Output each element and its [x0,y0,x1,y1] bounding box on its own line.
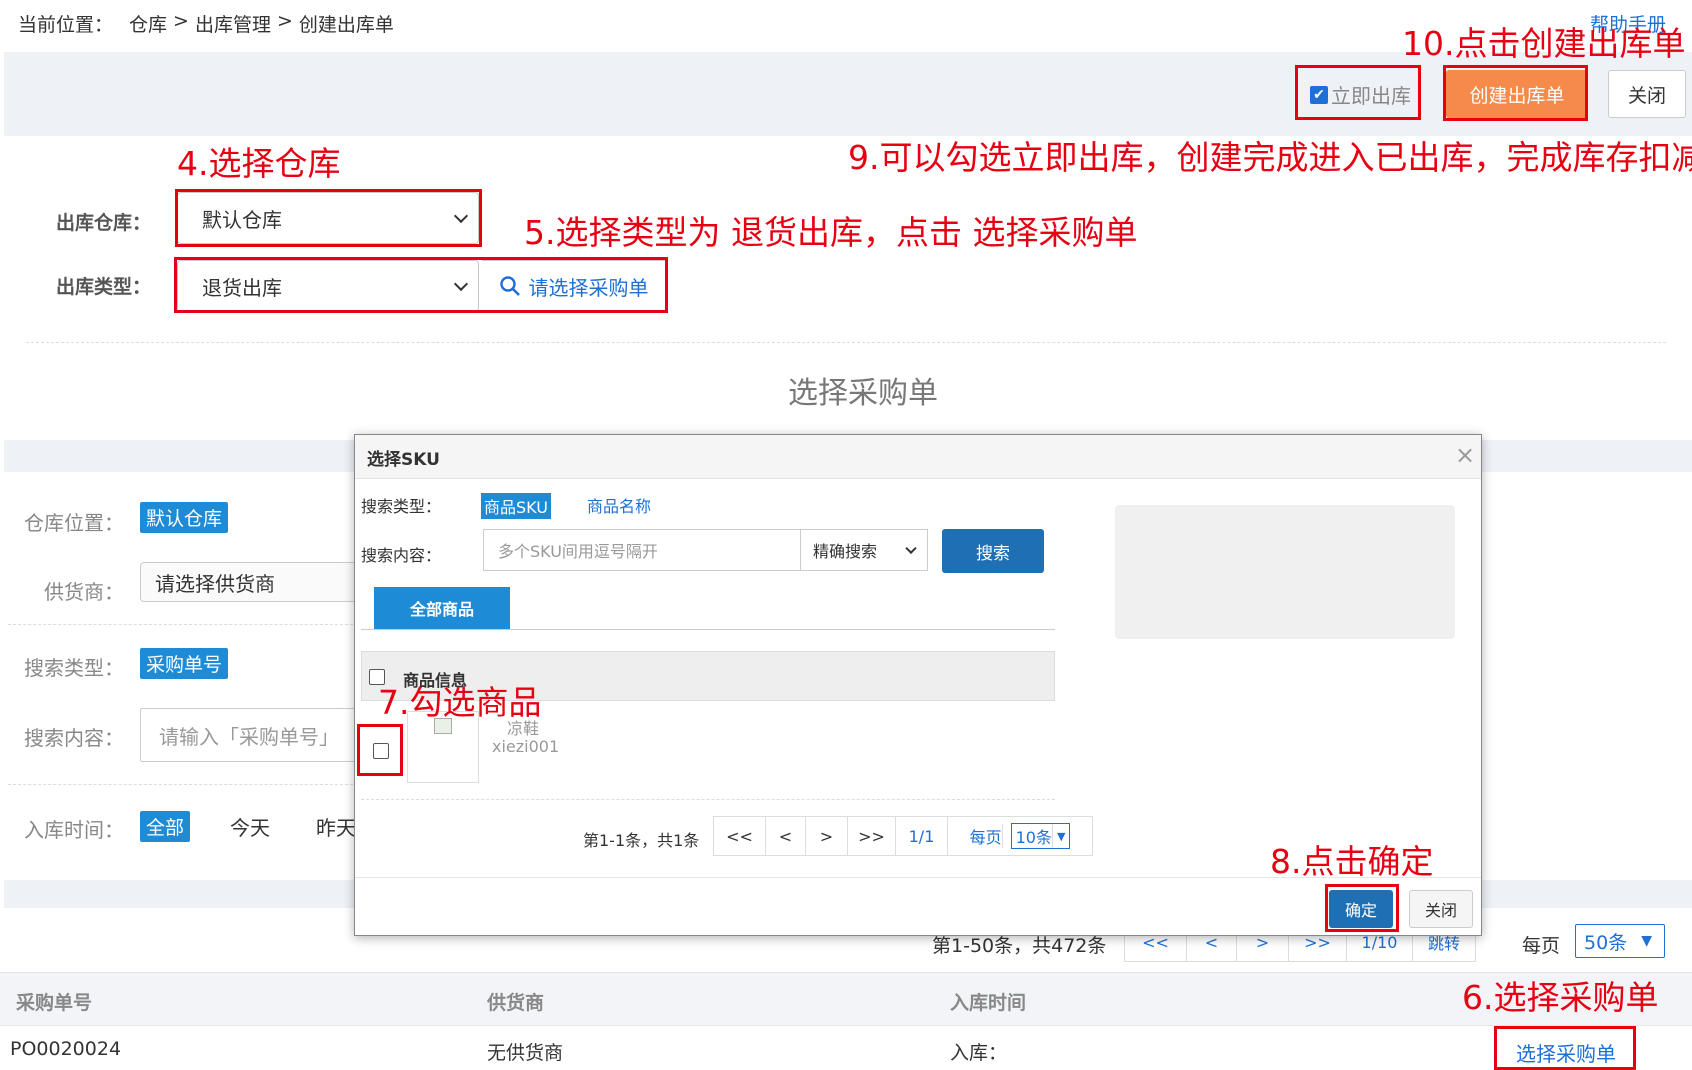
breadcrumb-sep: > [276,10,293,32]
select-po-link[interactable]: 请选择采购单 [482,260,666,312]
modal-pager-summary: 第1-1条，共1条 [583,831,700,850]
modal-title: 选择SKU [367,450,440,470]
product-checkbox[interactable] [373,743,389,759]
search-content-label: 搜索内容： [24,726,124,750]
chevron-down-icon [905,542,917,555]
product-sku: xiezi001 [492,737,560,756]
warehouse-select[interactable]: 默认仓库 [177,192,479,244]
filter-divider [8,784,358,785]
modal-pager-page: 1/1 [896,817,948,855]
modal-close-button[interactable]: 关闭 [1409,890,1473,928]
supplier-label: 供货商： [44,580,124,604]
bg-per-page-value: 50条 [1584,931,1628,954]
modal-search-placeholder: 多个SKU间用逗号隔开 [498,542,658,561]
select-po-button[interactable]: 选择采购单 [1516,1038,1616,1067]
product-row-divider [361,799,1055,800]
breadcrumb-label: 当前位置： [18,14,114,36]
modal-pager-prev[interactable]: < [766,817,806,855]
warehouse-label: 出库仓库： [56,212,152,234]
modal-per-page-value: 10条 [1016,824,1053,848]
po-row-in-time: 入库： [950,1042,1008,1064]
annotation-step-10: 10.点击创建出库单 [1402,24,1686,63]
chevron-down-icon: ▼ [1056,829,1066,843]
modal-match-select[interactable]: 精确搜索 [800,529,928,571]
po-row-supplier: 无供货商 [487,1042,564,1064]
in-time-yesterday[interactable]: 昨天 [316,812,356,841]
chevron-down-icon: ▼ [1641,933,1652,949]
modal-search-content-label: 搜索内容： [361,546,442,565]
modal-header [355,435,1481,479]
tab-all-products[interactable]: 全部商品 [374,587,510,629]
search-icon [499,276,520,296]
search-content-placeholder: 请输入「采购单号」 [159,724,339,749]
in-time-today[interactable]: 今天 [230,812,270,841]
immediate-outbound-checkbox[interactable]: ✔ 立即出库 [1310,80,1411,109]
modal-search-type-sku[interactable]: 商品SKU [481,493,551,519]
po-row-number: PO0020024 [10,1038,122,1060]
po-col-number: 采购单号 [16,992,93,1014]
bg-per-page-label: 每页 [1522,935,1561,957]
modal-match-value: 精确搜索 [813,542,878,561]
breadcrumb-sep: > [173,10,189,32]
supplier-placeholder: 请选择供货商 [155,571,275,596]
modal-search-button[interactable]: 搜索 [942,529,1044,573]
select-po-link-label: 请选择采购单 [528,275,649,300]
chevron-down-icon [453,208,469,224]
modal-per-page-label: 每页 [970,824,1003,848]
annotation-step-8: 8.点击确定 [1270,842,1434,881]
annotation-step-7: 7.勾选商品 [378,683,542,722]
breadcrumb-item-warehouse[interactable]: 仓库 [129,10,167,37]
warehouse-select-value: 默认仓库 [202,207,282,232]
annotation-step-6: 6.选择采购单 [1462,978,1659,1017]
dashed-divider [26,342,1666,343]
filter-divider [8,624,358,625]
modal-pager-next[interactable]: > [806,817,848,855]
outbound-type-select[interactable]: 退货出库 [177,260,479,312]
breadcrumb: 当前位置： 仓库 > 出库管理 > 创建出库单 [18,10,394,37]
checkbox-checked-icon[interactable]: ✔ [1310,85,1328,104]
breadcrumb-item-outbound[interactable]: 出库管理 [195,10,271,37]
search-type-tag[interactable]: 采购单号 [140,648,229,679]
type-label: 出库类型： [56,276,152,298]
in-time-all-tag[interactable]: 全部 [140,811,191,842]
modal-search-type-label: 搜索类型： [361,497,442,516]
supplier-select[interactable]: 请选择供货商 [140,562,360,602]
annotation-step-5: 5.选择类型为 退货出库，点击 选择采购单 [524,213,1138,252]
po-col-in-time: 入库时间 [950,992,1027,1014]
tab-underline [361,629,1055,630]
breadcrumb-item-create: 创建出库单 [298,14,394,36]
chevron-down-icon [453,276,469,292]
modal-pager: << < > >> 1/1 每页 10条 ▼ [713,816,1093,856]
bg-per-page-select[interactable]: 50条 ▼ [1575,924,1665,958]
modal-confirm-button[interactable]: 确定 [1329,890,1393,928]
modal-per-page: 每页 10条 ▼ [948,817,1092,855]
outbound-type-value: 退货出库 [202,275,282,300]
modal-search-input[interactable]: 多个SKU间用逗号隔开 [483,529,801,571]
modal-search-type-name[interactable]: 商品名称 [587,493,651,517]
location-tag[interactable]: 默认仓库 [140,502,229,533]
immediate-outbound-label: 立即出库 [1331,84,1411,108]
annotation-step-9: 9.可以勾选立即出库，创建完成进入已出库，完成库存扣减 [848,138,1692,177]
annotation-step-4: 4.选择仓库 [177,144,341,183]
po-table-header [0,972,1692,1026]
po-col-supplier: 供货商 [487,992,545,1014]
section-title: 选择采购单 [788,376,938,411]
modal-pager-last[interactable]: >> [848,817,896,855]
modal-close-icon[interactable]: × [1455,441,1475,469]
create-outbound-button[interactable]: 创建出库单 [1446,70,1588,118]
modal-per-page-select[interactable]: 10条 ▼ [1010,823,1071,849]
toolbar-band [4,52,1692,136]
modal-pager-first[interactable]: << [714,817,766,855]
search-content-input[interactable]: 请输入「采购单号」 [140,708,360,762]
toolbar-close-button[interactable]: 关闭 [1608,70,1686,118]
search-type-label: 搜索类型： [24,656,124,680]
modal-right-panel [1115,505,1455,639]
in-time-label: 入库时间： [24,818,124,842]
location-label: 仓库位置： [24,511,124,535]
